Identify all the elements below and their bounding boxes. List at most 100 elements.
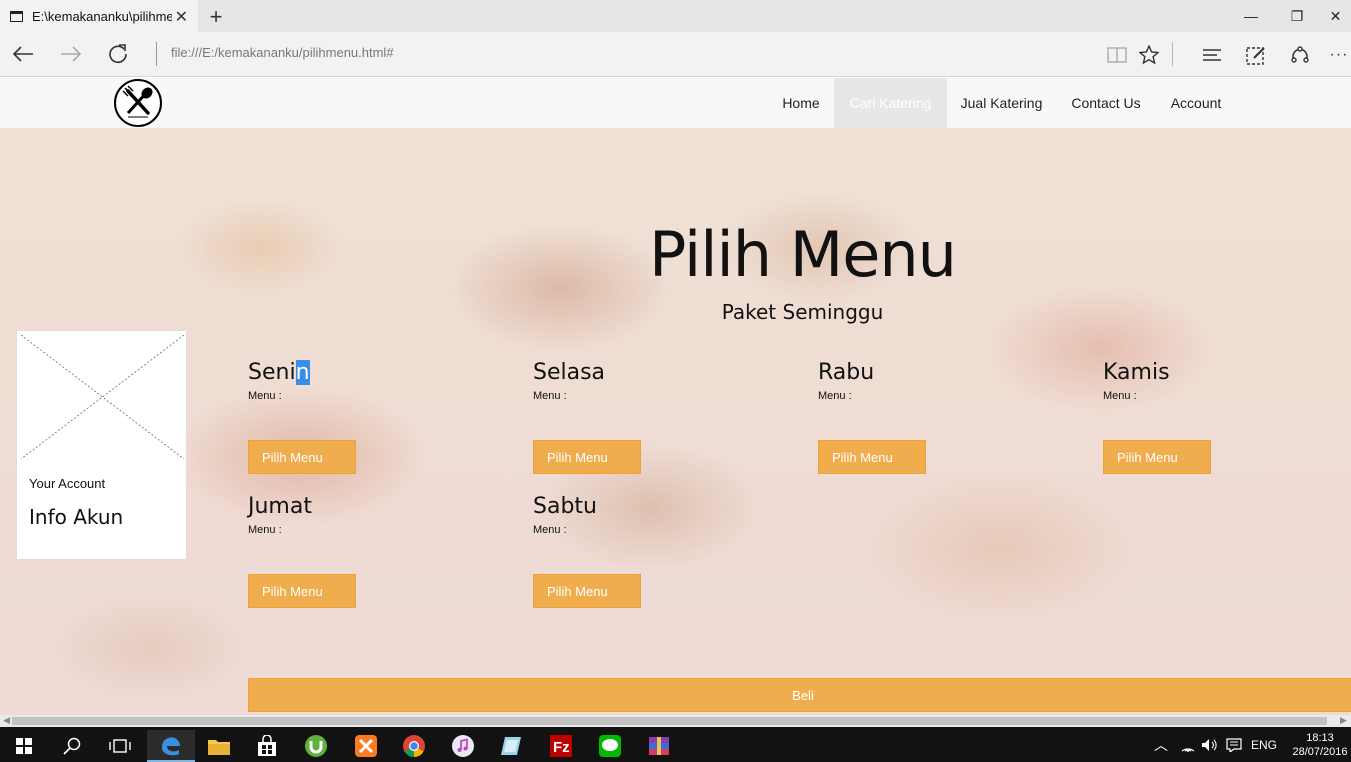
day-name: Selasa — [533, 360, 606, 385]
task-view-icon — [109, 739, 131, 753]
horizontal-scrollbar[interactable]: ◀ ▶ — [0, 715, 1351, 727]
windows-logo-icon — [16, 738, 32, 754]
store-icon — [258, 735, 276, 756]
hub-button[interactable] — [1197, 40, 1227, 70]
action-center[interactable] — [1226, 727, 1242, 762]
clock-time: 18:13 — [1306, 732, 1334, 744]
day-menu-label: Menu : — [248, 390, 282, 402]
forward-button[interactable] — [56, 39, 86, 69]
fork-spoon-logo-icon — [122, 85, 153, 118]
pilih-menu-button-rabu[interactable]: Pilih Menu — [818, 440, 926, 474]
show-hidden-icons[interactable]: ︿ — [1154, 727, 1168, 762]
scrollbar-thumb[interactable] — [12, 717, 1327, 725]
page-icon — [10, 10, 23, 22]
back-button[interactable] — [8, 39, 38, 69]
nav-contact-us[interactable]: Contact Us — [1056, 78, 1156, 128]
more-button[interactable]: ··· — [1327, 40, 1351, 70]
nav-account[interactable]: Account — [1156, 78, 1236, 128]
taskbar-utorrent[interactable] — [292, 730, 340, 762]
browser-toolbar: file:///E:/kemakananku/pilihmenu.html# ·… — [0, 32, 1351, 77]
edge-icon — [162, 737, 180, 756]
system-clock[interactable]: 18:13 28/07/2016 — [1290, 731, 1350, 759]
day-name-text: Senin — [248, 360, 310, 385]
day-menu-label: Menu : — [1103, 390, 1137, 402]
new-tab-button[interactable]: + — [205, 4, 227, 30]
page-title: Pilih Menu — [649, 218, 957, 291]
book-icon — [1107, 47, 1127, 63]
task-view-button[interactable] — [96, 730, 144, 762]
start-button[interactable] — [0, 730, 48, 762]
taskbar-line[interactable] — [586, 730, 634, 762]
taskbar-file-explorer[interactable] — [195, 730, 243, 762]
hub-icon — [1203, 49, 1221, 61]
nav-cari-katering[interactable]: Cari Katering — [834, 78, 947, 128]
day-name: Senin — [248, 360, 448, 385]
day-kamis: Kamis Menu : — [1103, 360, 1303, 402]
taskbar-app[interactable] — [488, 730, 536, 762]
search-icon — [63, 737, 81, 755]
close-tab-icon[interactable]: ✕ — [175, 7, 188, 27]
taskbar-winrar[interactable] — [635, 730, 683, 762]
site-logo[interactable] — [114, 79, 162, 127]
browser-tab[interactable]: E:\kemakananku\pilihmenu.html ✕ — [0, 0, 198, 32]
pilih-menu-button-senin[interactable]: Pilih Menu — [248, 440, 356, 474]
pilih-menu-button-kamis[interactable]: Pilih Menu — [1103, 440, 1211, 474]
address-separator — [156, 42, 157, 66]
taskbar-filezilla[interactable]: Fz — [537, 730, 585, 762]
nav-jual-katering[interactable]: Jual Katering — [947, 78, 1056, 128]
day-senin: Senin Menu : — [248, 360, 448, 402]
day-menu-label: Menu : — [533, 524, 567, 536]
beli-button[interactable]: Beli — [248, 678, 1351, 712]
day-menu-label: Menu : — [248, 524, 282, 536]
folder-icon — [208, 740, 230, 755]
winrar-icon — [649, 737, 669, 755]
day-name: Rabu — [818, 360, 875, 385]
favorite-button[interactable] — [1134, 40, 1164, 70]
back-arrow-icon — [12, 46, 33, 62]
food-background-image — [0, 128, 1351, 715]
address-bar[interactable]: file:///E:/kemakananku/pilihmenu.html# — [171, 45, 394, 60]
network-status[interactable] — [1180, 727, 1196, 762]
pilih-menu-button-sabtu[interactable]: Pilih Menu — [533, 574, 641, 608]
refresh-button[interactable] — [103, 39, 133, 69]
pen-icon — [1246, 47, 1265, 65]
day-menu-label: Menu : — [818, 390, 852, 402]
pilih-menu-button-selasa[interactable]: Pilih Menu — [533, 440, 641, 474]
clock-date: 28/07/2016 — [1292, 746, 1348, 758]
notification-icon — [1226, 737, 1242, 752]
taskbar-chrome[interactable] — [390, 730, 438, 762]
chevron-up-icon: ︿ — [1154, 736, 1168, 753]
site-header: Home Cari Katering Jual Katering Contact… — [0, 78, 1351, 128]
scroll-right-icon[interactable]: ▶ — [1340, 715, 1347, 726]
search-button[interactable] — [48, 730, 96, 762]
svg-text:Fz: Fz — [553, 739, 570, 756]
volume-control[interactable] — [1201, 727, 1219, 762]
chrome-icon — [403, 735, 425, 757]
utorrent-icon — [305, 735, 327, 757]
scroll-left-icon[interactable]: ◀ — [3, 715, 10, 726]
restore-button[interactable]: ❐ — [1274, 0, 1320, 32]
day-name: Kamis — [1103, 360, 1170, 385]
taskbar-itunes[interactable] — [439, 730, 487, 762]
web-note-button[interactable] — [1241, 40, 1271, 70]
reading-view-button[interactable] — [1102, 40, 1132, 70]
toolbar-separator — [1172, 42, 1173, 66]
app-glass-icon — [501, 737, 521, 755]
page-viewport: Home Cari Katering Jual Katering Contact… — [0, 78, 1351, 715]
close-window-button[interactable]: ✕ — [1320, 0, 1351, 32]
share-icon — [1291, 46, 1309, 63]
share-button[interactable] — [1285, 40, 1315, 70]
browser-tab-strip: E:\kemakananku\pilihmenu.html ✕ + — ❐ ✕ — [0, 0, 1351, 32]
day-name: Jumat — [248, 494, 312, 519]
nav-home[interactable]: Home — [768, 78, 834, 128]
input-language[interactable]: ENG — [1251, 727, 1277, 762]
windows-taskbar: Fz ︿ ENG 18:13 28/07/2016 — [0, 727, 1351, 762]
more-icon: ··· — [1329, 46, 1349, 63]
pilih-menu-button-jumat[interactable]: Pilih Menu — [248, 574, 356, 608]
info-akun-link[interactable]: Info Akun — [29, 505, 123, 529]
your-account-label: Your Account — [29, 476, 106, 491]
minimize-button[interactable]: — — [1228, 0, 1274, 32]
taskbar-edge[interactable] — [147, 730, 195, 762]
taskbar-store[interactable] — [243, 730, 291, 762]
taskbar-xampp[interactable] — [342, 730, 390, 762]
